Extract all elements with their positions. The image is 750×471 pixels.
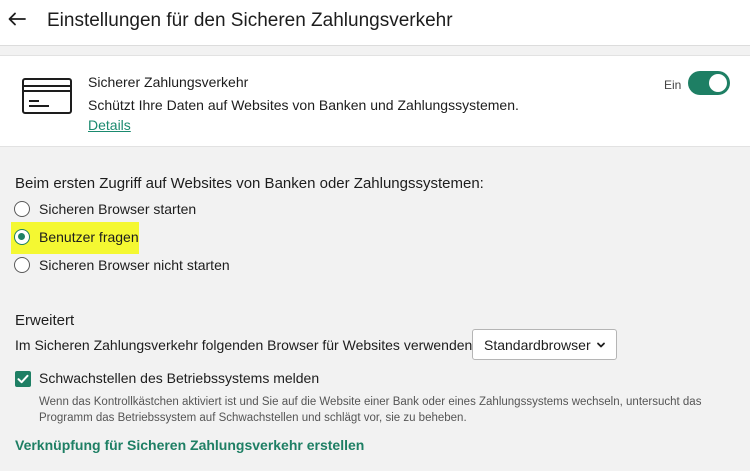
safe-money-toggle[interactable]: [688, 71, 730, 95]
back-button[interactable]: [6, 8, 28, 30]
vulnerability-checkbox-label: Schwachstellen des Betriebssystems melde…: [39, 370, 320, 386]
safe-money-card: Sicherer Zahlungsverkehr Schützt Ihre Da…: [0, 55, 750, 147]
browser-select-label: Im Sicheren Zahlungsverkehr folgenden Br…: [15, 337, 477, 353]
radio-button[interactable]: [14, 229, 30, 245]
vulnerability-checkbox[interactable]: [15, 371, 31, 387]
page-title: Einstellungen für den Sicheren Zahlungsv…: [47, 10, 453, 31]
radio-label: Sicheren Browser nicht starten: [39, 257, 230, 273]
radio-do-not-start[interactable]: Sicheren Browser nicht starten: [14, 255, 230, 275]
radio-start-safe-browser[interactable]: Sicheren Browser starten: [14, 199, 196, 219]
advanced-heading: Erweitert: [15, 312, 75, 329]
access-heading: Beim ersten Zugriff auf Websites von Ban…: [15, 175, 484, 192]
browser-select-value: Standardbrowser: [484, 336, 591, 353]
vulnerability-hint: Wenn das Kontrollkästchen aktiviert ist …: [39, 396, 702, 424]
toggle-state-label: Ein: [664, 78, 682, 92]
card-description: Schützt Ihre Daten auf Websites von Bank…: [88, 97, 519, 113]
chevron-down-icon: [597, 342, 605, 348]
credit-card-icon: [22, 78, 72, 119]
header-bar: Einstellungen für den Sicheren Zahlungsv…: [0, 0, 750, 46]
toggle-knob: [709, 74, 727, 92]
arrow-left-icon: [8, 12, 26, 26]
checkmark-icon: [17, 374, 29, 384]
create-shortcut-link[interactable]: Verknüpfung für Sicheren Zahlungsverkehr…: [15, 437, 364, 453]
radio-button[interactable]: [14, 201, 30, 217]
radio-label: Benutzer fragen: [39, 229, 139, 245]
browser-select[interactable]: Standardbrowser: [472, 329, 617, 360]
radio-button[interactable]: [14, 257, 30, 273]
card-title: Sicherer Zahlungsverkehr: [88, 74, 249, 90]
radio-ask-user[interactable]: Benutzer fragen: [14, 227, 139, 247]
details-link[interactable]: Details: [88, 117, 131, 133]
radio-label: Sicheren Browser starten: [39, 201, 197, 217]
